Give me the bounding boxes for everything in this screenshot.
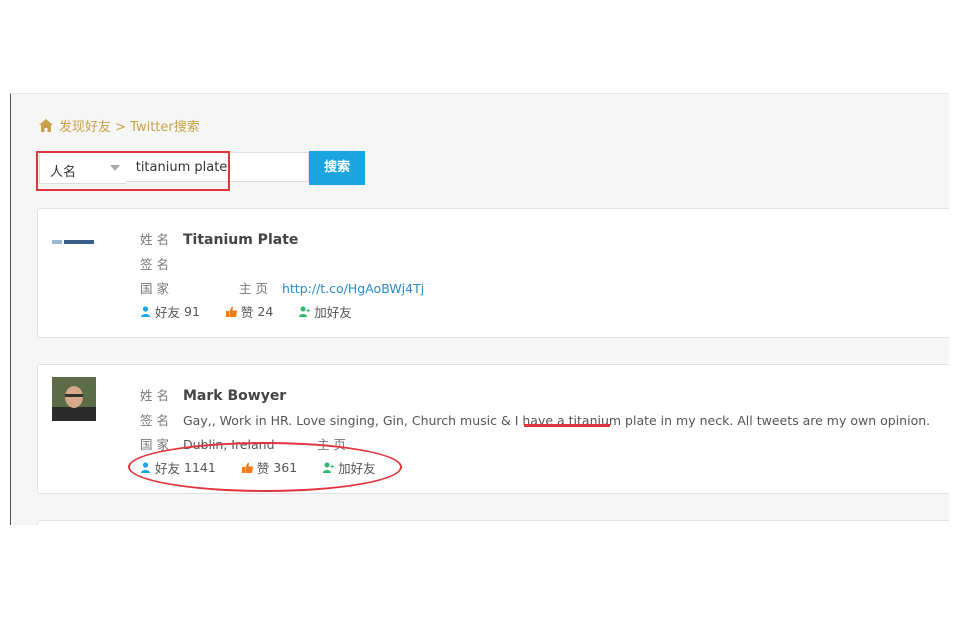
avatar [52,377,96,421]
profile-name[interactable]: Titanium Plate [183,232,298,248]
breadcrumb: 发现好友 > Twitter搜索 [39,116,200,135]
country-key: 国家 [140,281,174,296]
stats-row: 好友 91 赞 24 加好友 [140,302,374,321]
bio-key: 签名 [140,257,174,272]
profile-logo [52,240,94,244]
friends-stat[interactable]: 好友 91 [140,302,200,321]
country-row: 国家 主页 http://t.co/HgAoBWj4Tj [140,278,424,297]
likes-stat[interactable]: 赞 24 [225,302,274,321]
likes-count: 24 [257,304,274,319]
friends-count: 91 [184,304,200,319]
thumbs-up-icon [225,306,237,317]
add-user-icon [299,306,311,317]
profile-name[interactable]: Mark Bowyer [183,388,286,404]
breadcrumb-text[interactable]: 发现好友 > Twitter搜索 [59,116,200,135]
homepage-key: 主页 [238,281,272,296]
highlight-box [36,151,230,191]
friends-label: 好友 [155,305,181,320]
add-friend-label: 加好友 [314,305,352,320]
home-icon [39,119,53,132]
bio-key: 签名 [140,413,174,428]
result-card [37,520,949,525]
bio-row: 签名 [140,254,179,273]
likes-label: 赞 [240,305,254,320]
user-icon [141,306,150,317]
highlight-underline [524,424,610,427]
result-card: 姓名 Titanium Plate 签名 国家 主页 http://t.co/H… [37,208,949,338]
name-key: 姓名 [140,232,174,247]
name-row: 姓名 Mark Bowyer [140,385,286,404]
search-button[interactable]: 搜索 [309,151,365,185]
add-friend-button[interactable]: 加好友 [299,302,352,321]
homepage-link[interactable]: http://t.co/HgAoBWj4Tj [282,281,424,296]
name-key: 姓名 [140,388,174,403]
highlight-ellipse [128,442,402,492]
name-row: 姓名 Titanium Plate [140,229,298,248]
